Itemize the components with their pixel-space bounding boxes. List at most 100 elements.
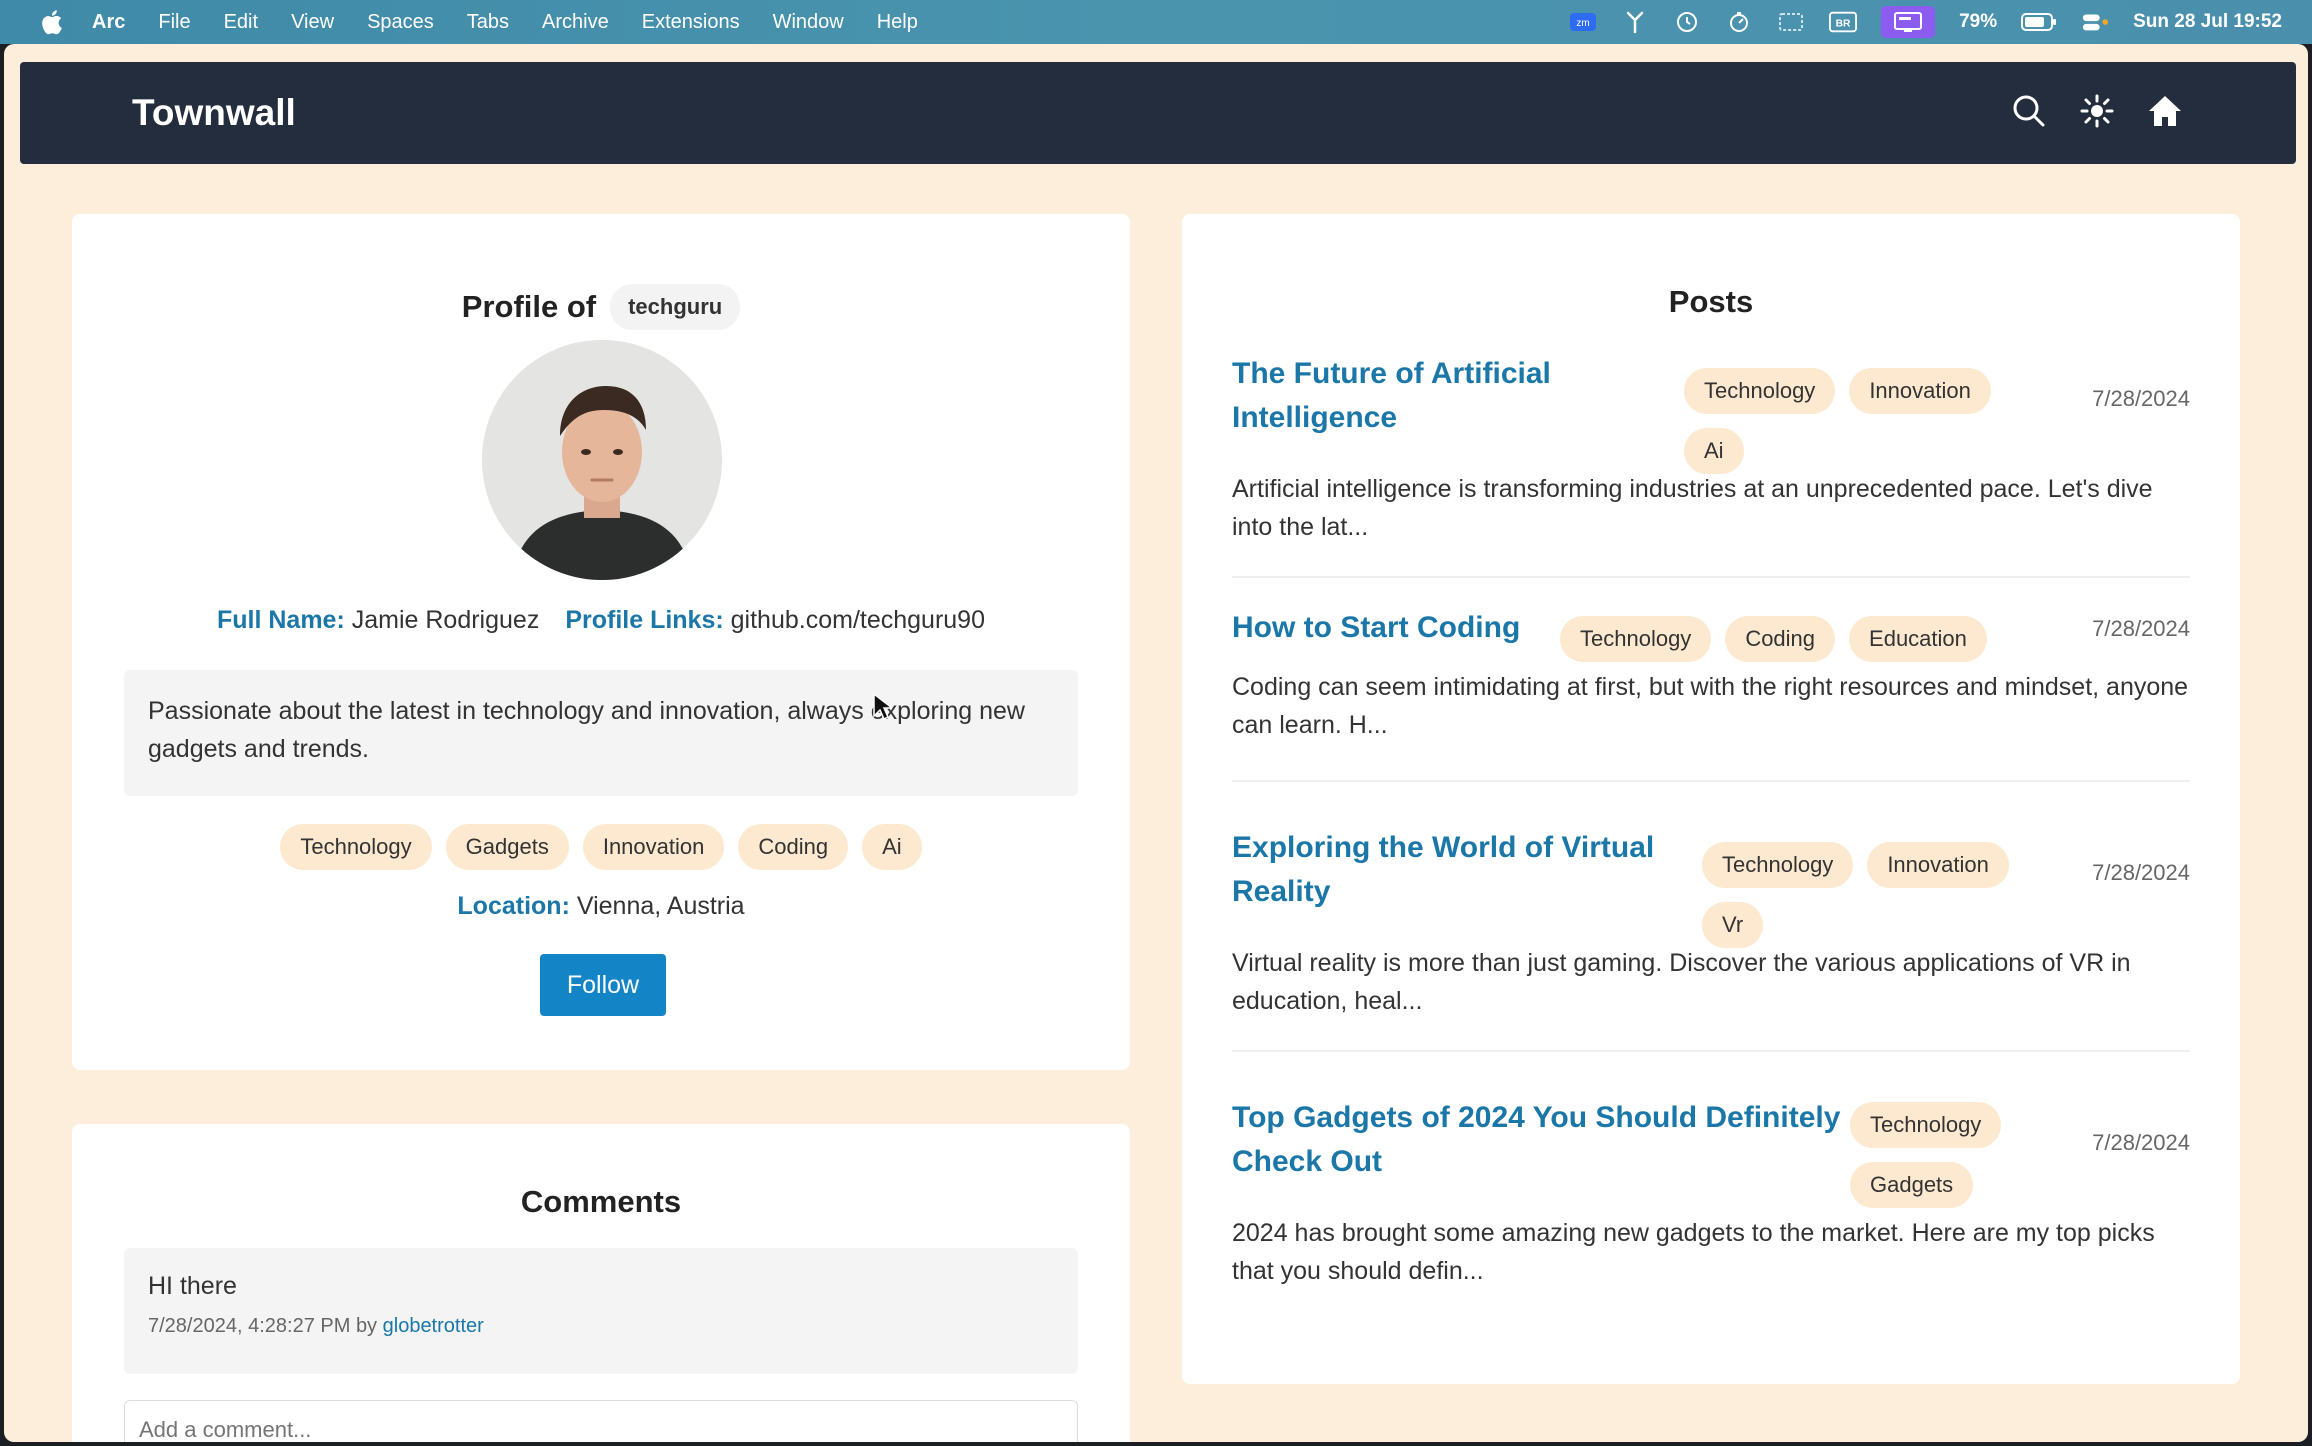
battery-percent: 79% bbox=[1959, 11, 1998, 32]
post-tag[interactable]: Technology bbox=[1702, 842, 1854, 888]
post-date: 7/28/2024 bbox=[2092, 616, 2190, 641]
post-tag[interactable]: Technology bbox=[1560, 616, 1712, 662]
profile-link[interactable]: github.com/techguru90 bbox=[731, 606, 985, 634]
post-tags: Technology Gadgets bbox=[1850, 1102, 2020, 1208]
post-divider bbox=[1232, 1050, 2190, 1052]
profile-card: Profile of techguru Full Name: Jamie Rod… bbox=[72, 214, 1130, 1070]
post-title-link[interactable]: Exploring the World of Virtual Reality bbox=[1232, 826, 1654, 914]
menu-tabs[interactable]: Tabs bbox=[467, 11, 509, 34]
menu-archive[interactable]: Archive bbox=[542, 11, 609, 34]
comment-meta: 7/28/2024, 4:28:27 PM by globetrotter bbox=[148, 1315, 1054, 1338]
svg-text:zm: zm bbox=[1576, 18, 1589, 29]
control-center-icon[interactable] bbox=[2081, 9, 2109, 35]
full-name-label: Full Name: bbox=[216, 606, 345, 634]
menu-arc[interactable]: Arc bbox=[92, 11, 125, 34]
network-icon[interactable] bbox=[1621, 9, 1649, 35]
full-name-value: Jamie Rodriguez bbox=[351, 606, 540, 634]
profile-links-label: Profile Links: bbox=[565, 606, 724, 634]
browser-window: Townwall Profile of techguru Full Name: … bbox=[4, 44, 2308, 1442]
post-tag[interactable]: Technology bbox=[1850, 1102, 2002, 1148]
battery-icon[interactable] bbox=[2021, 9, 2057, 35]
post-title-line: Exploring the World of Virtual bbox=[1232, 831, 1655, 864]
comments-title: Comments bbox=[520, 1184, 682, 1219]
search-icon[interactable] bbox=[2010, 92, 2048, 130]
menu-extensions[interactable]: Extensions bbox=[642, 11, 740, 34]
display-icon[interactable] bbox=[1881, 6, 1936, 38]
keyboard-icon[interactable]: BR bbox=[1829, 9, 1858, 35]
post-tag[interactable]: Innovation bbox=[1849, 368, 1991, 414]
post-title-line: Reality bbox=[1232, 875, 1331, 908]
add-comment-input[interactable] bbox=[124, 1400, 1078, 1442]
menu-spaces[interactable]: Spaces bbox=[367, 11, 434, 34]
post-tags: Technology Innovation Ai bbox=[1684, 368, 2044, 474]
comments-card: Comments HI there 7/28/2024, 4:28:27 PM … bbox=[72, 1124, 1130, 1442]
post-title-link[interactable]: Top Gadgets of 2024 You Should Definitel… bbox=[1232, 1096, 1840, 1184]
comment-by: by bbox=[355, 1315, 378, 1337]
location-value: Vienna, Austria bbox=[576, 892, 745, 920]
home-icon[interactable] bbox=[2146, 92, 2184, 130]
posts-title: Posts bbox=[1668, 284, 1754, 319]
post-tag[interactable]: Vr bbox=[1702, 902, 1764, 948]
profile-links-field: Profile Links: github.com/techguru90 bbox=[565, 606, 985, 635]
post-tag[interactable]: Education bbox=[1849, 616, 1987, 662]
site-brand[interactable]: Townwall bbox=[132, 92, 296, 134]
profile-tag[interactable]: Technology bbox=[280, 824, 432, 870]
location-label: Location: bbox=[457, 892, 570, 920]
time-machine-icon[interactable] bbox=[1673, 9, 1701, 35]
menu-file[interactable]: File bbox=[158, 11, 190, 34]
menu-clock[interactable]: Sun 28 Jul 19:52 bbox=[2133, 11, 2282, 33]
post-date: 7/28/2024 bbox=[2092, 1130, 2190, 1155]
post-excerpt: Virtual reality is more than just gaming… bbox=[1232, 949, 2131, 1015]
post-tag[interactable]: Coding bbox=[1725, 616, 1836, 662]
post-date: 7/28/2024 bbox=[2092, 860, 2190, 885]
post-tag[interactable]: Ai bbox=[1684, 428, 1744, 474]
post-excerpt: Coding can seem intimidating at first, b… bbox=[1232, 673, 2189, 739]
profile-tag[interactable]: Ai bbox=[862, 824, 922, 870]
timer-icon[interactable] bbox=[1725, 9, 1753, 35]
post-excerpt: Artificial intelligence is transforming … bbox=[1232, 475, 2153, 541]
post-divider bbox=[1232, 780, 2190, 782]
profile-bio: Passionate about the latest in technolog… bbox=[124, 670, 1078, 796]
mouse-pointer-icon bbox=[873, 692, 892, 721]
comment-item: HI there 7/28/2024, 4:28:27 PM by globet… bbox=[124, 1248, 1078, 1374]
posts-card: Posts The Future of Artificial Intellige… bbox=[1182, 214, 2240, 1384]
menu-help[interactable]: Help bbox=[877, 11, 918, 34]
avatar bbox=[482, 340, 722, 580]
zoom-icon[interactable]: zm bbox=[1569, 9, 1597, 35]
site-header: Townwall bbox=[20, 62, 2296, 164]
menu-window[interactable]: Window bbox=[773, 11, 844, 34]
post-tags: Technology Innovation Vr bbox=[1702, 842, 2062, 948]
apple-icon[interactable] bbox=[36, 7, 66, 37]
post-title-line: The Future of Artificial bbox=[1232, 357, 1551, 390]
post-divider bbox=[1232, 576, 2190, 578]
follow-button[interactable]: Follow bbox=[540, 954, 666, 1016]
post-excerpt: 2024 has brought some amazing new gadget… bbox=[1232, 1219, 2155, 1285]
comment-text: HI there bbox=[148, 1272, 237, 1300]
post-title-line: Check Out bbox=[1232, 1145, 1383, 1178]
profile-tag[interactable]: Coding bbox=[738, 824, 849, 870]
macos-menu-bar: Arc File Edit View Spaces Tabs Archive E… bbox=[0, 0, 2312, 44]
sun-icon[interactable] bbox=[2078, 92, 2116, 130]
post-tag[interactable]: Gadgets bbox=[1850, 1162, 1974, 1208]
svg-text:BR: BR bbox=[1836, 19, 1851, 30]
profile-tag[interactable]: Gadgets bbox=[445, 824, 569, 870]
comment-author-link[interactable]: globetrotter bbox=[383, 1315, 484, 1337]
screen-icon[interactable] bbox=[1777, 9, 1805, 35]
post-title-line: How to Start Coding bbox=[1232, 611, 1521, 644]
menu-view[interactable]: View bbox=[291, 11, 334, 34]
post-tags: Technology Coding Education bbox=[1560, 616, 2080, 662]
post-item: Top Gadgets of 2024 You Should Definitel… bbox=[1232, 1096, 2190, 1296]
profile-title: Profile of bbox=[461, 289, 597, 324]
post-title-line: Intelligence bbox=[1232, 401, 1398, 434]
location-field: Location: Vienna, Austria bbox=[72, 892, 1130, 921]
username-badge: techguru bbox=[610, 284, 741, 330]
post-title-link[interactable]: The Future of Artificial Intelligence bbox=[1232, 352, 1551, 440]
profile-tags: Technology Gadgets Innovation Coding Ai bbox=[72, 824, 1130, 870]
profile-tag[interactable]: Innovation bbox=[582, 824, 725, 870]
comment-timestamp: 7/28/2024, 4:28:27 PM bbox=[148, 1315, 351, 1337]
post-item: Exploring the World of Virtual Reality T… bbox=[1232, 826, 2190, 1052]
post-tag[interactable]: Innovation bbox=[1867, 842, 2009, 888]
post-title-link[interactable]: How to Start Coding bbox=[1232, 606, 1520, 650]
post-tag[interactable]: Technology bbox=[1684, 368, 1836, 414]
menu-edit[interactable]: Edit bbox=[224, 11, 258, 34]
